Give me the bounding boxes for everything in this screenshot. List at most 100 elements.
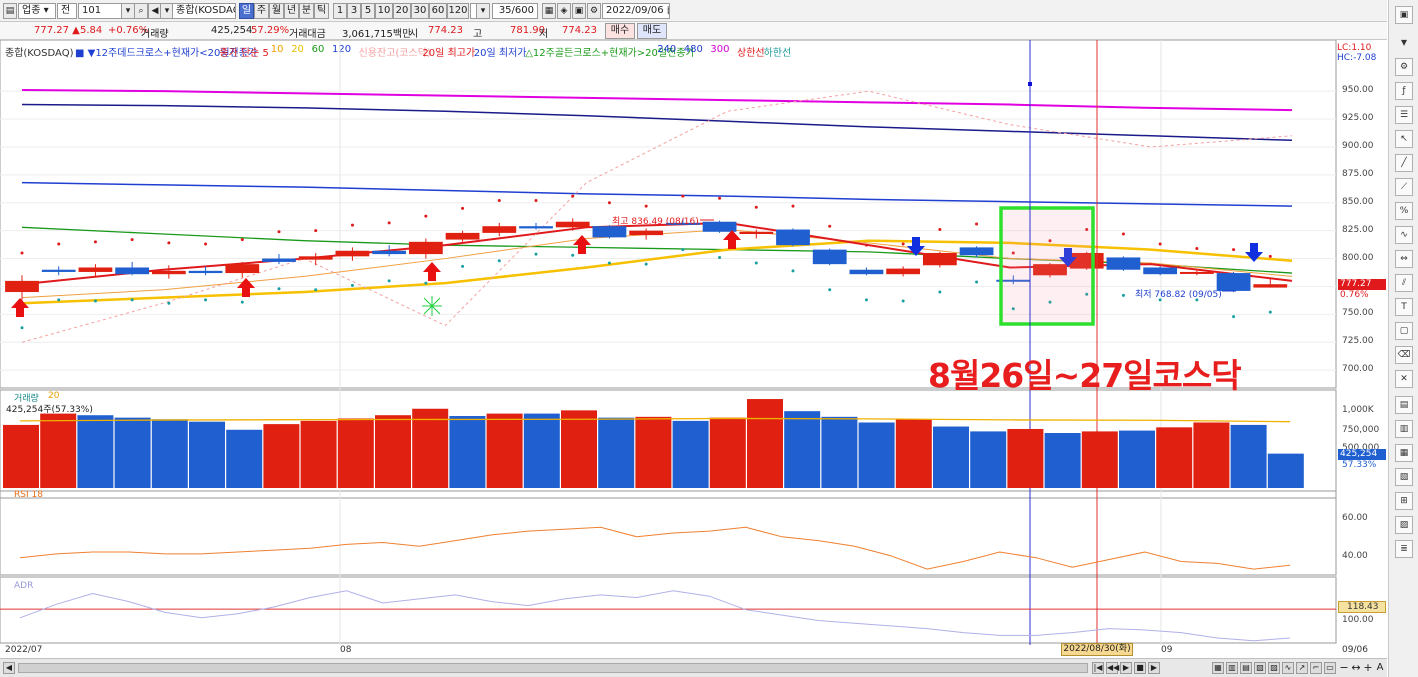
view-bar-icon[interactable]: ▧ [1254,662,1266,674]
bottom-scrollbar[interactable]: ◀ |◀ ◀◀ ▶ ■ ▶ ▦ ▥ ▤ ▧ ▨ ∿ ↗ ⌐ ▭ − ↔ + A [0,658,1387,677]
tab-minute[interactable]: 분 [299,3,314,19]
tool-window-icon[interactable]: ▣ [1395,6,1413,24]
view-area-icon[interactable]: ▨ [1268,662,1280,674]
tool-erase-all-icon[interactable]: ✕ [1395,370,1413,388]
view-trend-icon[interactable]: ↗ [1296,662,1308,674]
price-axis-label: 850.00 [1342,196,1374,207]
tool-eraser-icon[interactable]: ⌫ [1395,346,1413,364]
tab-min-10[interactable]: 10 [375,3,393,19]
tab-min-20[interactable]: 20 [393,3,411,19]
tool-line-icon[interactable]: ╱ [1395,154,1413,172]
view-step-icon[interactable]: ⌐ [1310,662,1322,674]
tab-min-120[interactable]: 120 [447,3,469,19]
tool-candle2-icon[interactable]: ▧ [1395,468,1413,486]
tool-ratio-icon[interactable]: % [1395,202,1413,220]
zoom-out-icon[interactable]: − [1338,662,1350,674]
count-input[interactable]: 35/600 [492,3,538,19]
window-menu-icon[interactable]: ▤ [3,3,17,19]
tool-settings-icon[interactable]: ⚙ [1395,58,1413,76]
tool-bars-icon[interactable]: ▦ [1395,444,1413,462]
overlay-annotation: 8월26일~27일코스닥 [928,356,1242,395]
lower-band-dot [681,248,685,252]
tab-min-60[interactable]: 60 [429,3,447,19]
tool-text-icon[interactable]: T [1395,298,1413,316]
lower-band-dot [167,301,171,305]
tab-min-1[interactable]: 1 [333,3,347,19]
scroll-next-icon[interactable]: ▶ [1148,662,1160,674]
view-wave-icon[interactable]: ∿ [1282,662,1294,674]
lower-band-dot [571,253,575,257]
upper-band-dot [864,243,868,247]
tool-channel-icon[interactable]: ⫽ [1395,274,1413,292]
code-dropdown-icon[interactable]: ▾ [121,3,135,19]
tab-min-3[interactable]: 3 [347,3,361,19]
tab-year[interactable]: 년 [284,3,299,19]
tool-zigzag-icon[interactable]: ∿ [1395,226,1413,244]
open-label: 시 [409,29,419,40]
sell-button[interactable]: 매도 [637,23,667,39]
tool-fx-icon[interactable]: ƒ [1395,82,1413,100]
scroll-left-icon[interactable]: ◀ [3,662,15,674]
tool-grid-icon[interactable]: ⊞ [1395,492,1413,510]
view-note-icon[interactable]: ▭ [1324,662,1336,674]
tool-range-icon[interactable]: ⇔ [1395,250,1413,268]
tool-stack-icon[interactable]: ≣ [1395,540,1413,558]
tool-list-icon[interactable]: ☰ [1395,106,1413,124]
tool-chart-icon[interactable]: ▨ [1395,516,1413,534]
scroll-prev-icon[interactable]: ◀◀ [1106,662,1119,674]
tab-day[interactable]: 일 [239,3,254,19]
date-axis-sep: 09 [1161,645,1173,655]
tool-sidebar: ▣ ▾ ⚙ ƒ ☰ ↖ ╱ ⟋ % ∿ ⇔ ⫽ T ▢ ⌫ ✕ ▤ ▥ ▦ ▧ … [1388,0,1418,677]
change-value: 5.84 [80,25,103,36]
font-size-icon[interactable]: A [1374,662,1386,674]
zoom-in-icon[interactable]: + [1362,662,1374,674]
search-icon[interactable]: ⌕ [134,3,148,19]
zoom-reset-icon[interactable]: ↔ [1350,662,1362,674]
tool-candle-icon[interactable]: ▥ [1395,420,1413,438]
lower-band-dot [350,283,354,287]
candle-body [592,226,627,238]
tab-week[interactable]: 주 [254,3,269,19]
overlay-icon[interactable]: ◈ [557,3,571,19]
scroll-track[interactable] [18,663,1088,673]
volume-bar [40,413,77,488]
play-icon[interactable]: ▶ [1120,662,1132,674]
upper-band-dot [828,224,832,228]
volume-tag: 425,254 [1338,449,1386,460]
crosshair-marker [1028,82,1032,86]
blank-dropdown-icon[interactable]: ▾ [476,3,490,19]
volume-bar [709,417,746,488]
low-annotation: 최저 768.82 (09/05) [1135,290,1222,300]
grid-icon[interactable]: ▦ [542,3,556,19]
tool-cursor-icon[interactable]: ↖ [1395,130,1413,148]
gear-icon[interactable]: ⚙ [587,3,601,19]
lower-band-dot [938,290,942,294]
tool-trendline-icon[interactable]: ⟋ [1395,178,1413,196]
rsi-line [19,526,1291,570]
candle-body [739,231,774,235]
tab-tick[interactable]: 틱 [314,3,329,19]
volume-bar [412,408,449,488]
view-line-icon[interactable]: ▤ [1240,662,1252,674]
buy-button[interactable]: 매수 [605,23,635,39]
stop-icon[interactable]: ■ [1134,662,1146,674]
candle-body [188,270,223,274]
date-input[interactable]: 2022/09/06 ▤ [602,3,670,19]
tool-box-icon[interactable]: ▢ [1395,322,1413,340]
date-axis-aug: 08 [340,645,352,655]
tab-min-5[interactable]: 5 [361,3,375,19]
view-candle-icon[interactable]: ▥ [1226,662,1238,674]
tool-table-icon[interactable]: ▤ [1395,396,1413,414]
scroll-first-icon[interactable]: |◀ [1092,662,1104,674]
tab-month[interactable]: 월 [269,3,284,19]
code-value: 101 [82,5,102,16]
tool-collapse-icon[interactable]: ▾ [1395,34,1413,52]
save-icon[interactable]: ▣ [572,3,586,19]
market-select[interactable]: 업종 ▾ [18,3,56,19]
buy-signal-arrow [573,235,591,254]
all-checkbox[interactable]: 전 [57,3,77,19]
view-grid-icon[interactable]: ▦ [1212,662,1224,674]
tab-min-30[interactable]: 30 [411,3,429,19]
amount-value: 3,061,715백만 [342,29,412,40]
volume-bar [598,417,635,488]
